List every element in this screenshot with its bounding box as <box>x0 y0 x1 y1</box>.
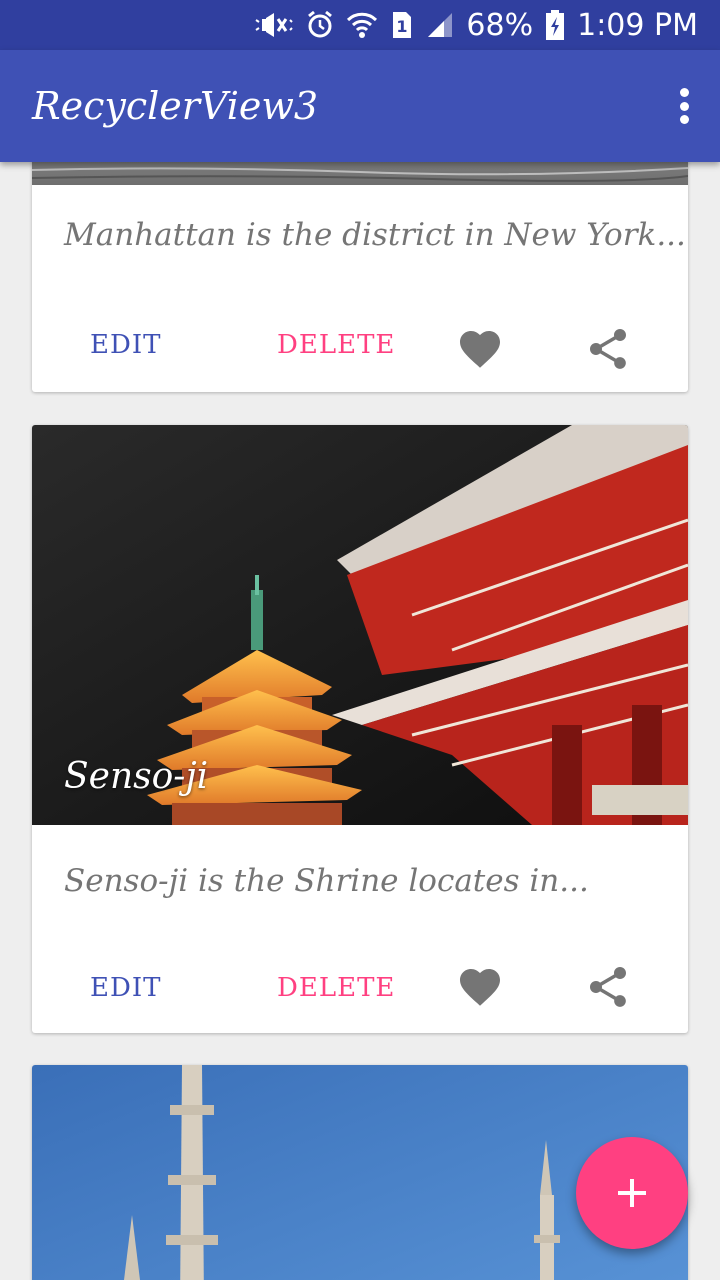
card-senso-ji: Senso-ji Senso-ji is the Shrine locates … <box>32 425 688 1033</box>
battery-icon <box>545 9 565 41</box>
card-description: Manhattan is the district in New York... <box>64 217 686 253</box>
status-bar: 1 68% 1:09 PM <box>0 0 720 50</box>
card-caption: Senso-ji <box>64 756 209 797</box>
delete-button[interactable]: DELETE <box>277 973 395 1003</box>
card-image: Senso-ji <box>32 425 688 825</box>
alarm-icon <box>306 10 334 40</box>
heart-icon[interactable] <box>456 963 504 1011</box>
delete-button[interactable]: DELETE <box>277 330 395 360</box>
card-description: Senso-ji is the Shrine locates in... <box>64 863 589 899</box>
overflow-menu-icon[interactable] <box>676 88 692 124</box>
edit-button[interactable]: EDIT <box>90 330 161 360</box>
edit-button[interactable]: EDIT <box>90 973 161 1003</box>
share-icon[interactable] <box>584 963 632 1011</box>
signal-icon <box>426 10 454 40</box>
card-image <box>32 162 688 185</box>
clock: 1:09 PM <box>577 7 698 43</box>
heart-icon[interactable] <box>456 325 504 373</box>
add-icon <box>618 1179 646 1207</box>
card-manhattan: Manhattan is the district in New York...… <box>32 162 688 392</box>
app-title: RecyclerView3 <box>32 84 319 128</box>
add-fab-button[interactable] <box>576 1137 688 1249</box>
mute-icon <box>254 10 294 40</box>
sim-icon: 1 <box>390 10 414 40</box>
recycler-list[interactable]: Manhattan is the district in New York...… <box>0 162 720 1280</box>
battery-percent: 68% <box>466 7 534 43</box>
share-icon[interactable] <box>584 325 632 373</box>
app-toolbar: RecyclerView3 <box>0 50 720 162</box>
wifi-icon <box>346 10 378 40</box>
svg-text:1: 1 <box>397 17 408 36</box>
